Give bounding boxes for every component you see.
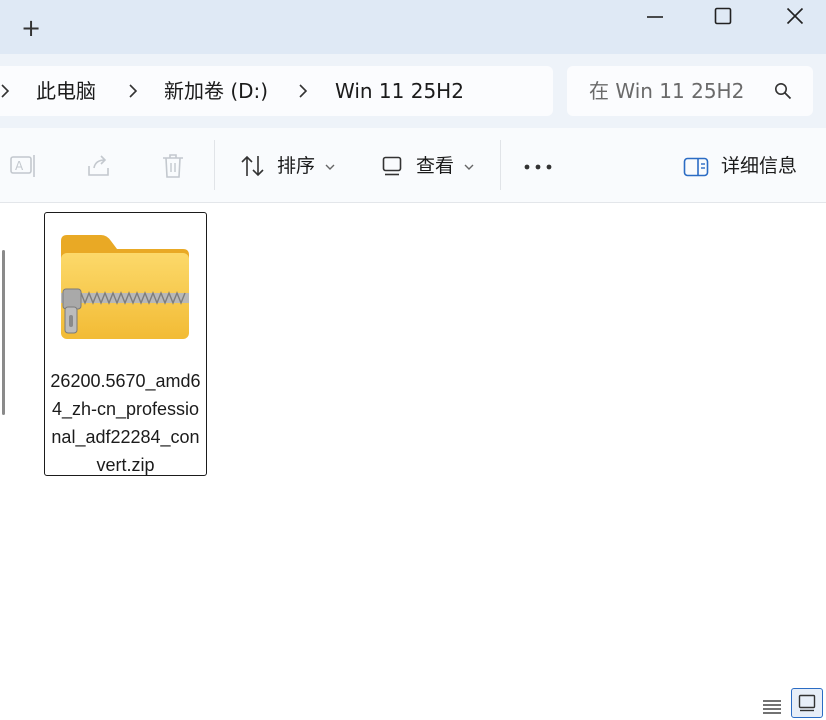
toolbar-divider xyxy=(500,140,501,190)
view-label: 查看 xyxy=(416,155,455,177)
breadcrumb-drive-d[interactable]: 新加卷 (D:) xyxy=(164,78,268,104)
large-icons-view-button[interactable] xyxy=(791,688,823,718)
command-bar: A 排序 查看 详细信息 xyxy=(0,128,826,203)
maximize-button[interactable] xyxy=(693,0,753,32)
search-icon xyxy=(775,83,792,100)
sort-icon xyxy=(241,155,264,177)
details-view-icon[interactable] xyxy=(762,699,782,715)
share-icon xyxy=(88,155,109,176)
file-list-area[interactable]: 26200.5670_amd64_zh-cn_professional_adf2… xyxy=(0,203,826,720)
search-input[interactable]: 在 Win 11 25H2 xyxy=(567,66,813,116)
chevron-down-icon xyxy=(325,164,335,170)
title-bar: + xyxy=(0,0,826,54)
share-button[interactable] xyxy=(86,153,112,183)
view-icon xyxy=(382,156,402,176)
details-label: 详细信息 xyxy=(721,155,798,177)
svg-text:A: A xyxy=(15,159,24,173)
close-button[interactable] xyxy=(765,0,825,32)
breadcrumb-this-pc[interactable]: 此电脑 xyxy=(36,78,96,104)
file-item[interactable]: 26200.5670_amd64_zh-cn_professional_adf2… xyxy=(44,212,207,476)
search-placeholder: 在 Win 11 25H2 xyxy=(589,79,745,103)
rename-button[interactable]: A xyxy=(10,153,38,183)
delete-icon xyxy=(163,154,183,178)
toolbar-divider xyxy=(214,140,215,190)
maximize-icon xyxy=(714,7,732,25)
chevron-right-icon[interactable] xyxy=(0,84,10,98)
chevron-down-icon xyxy=(464,164,474,170)
file-name: 26200.5670_amd64_zh-cn_professional_adf2… xyxy=(50,371,201,475)
sort-label: 排序 xyxy=(277,155,316,177)
minimize-button[interactable] xyxy=(625,0,685,32)
large-icons-view-icon xyxy=(798,694,816,712)
breadcrumb[interactable]: 此电脑 新加卷 (D:) Win 11 25H2 xyxy=(0,66,553,116)
chevron-right-icon[interactable] xyxy=(298,84,308,98)
chevron-right-icon[interactable] xyxy=(128,84,138,98)
details-pane-icon xyxy=(683,157,709,177)
breadcrumb-current-folder[interactable]: Win 11 25H2 xyxy=(335,78,464,104)
zip-folder-icon xyxy=(61,235,189,339)
rename-icon: A xyxy=(10,155,35,177)
address-bar: 此电脑 新加卷 (D:) Win 11 25H2 在 Win 11 25H2 xyxy=(0,54,826,128)
close-icon xyxy=(786,7,804,25)
scrollbar-thumb[interactable] xyxy=(2,250,5,415)
new-tab-button[interactable]: + xyxy=(18,14,44,42)
delete-button[interactable] xyxy=(161,153,185,183)
more-icon[interactable] xyxy=(524,164,552,170)
minimize-icon xyxy=(647,16,663,18)
